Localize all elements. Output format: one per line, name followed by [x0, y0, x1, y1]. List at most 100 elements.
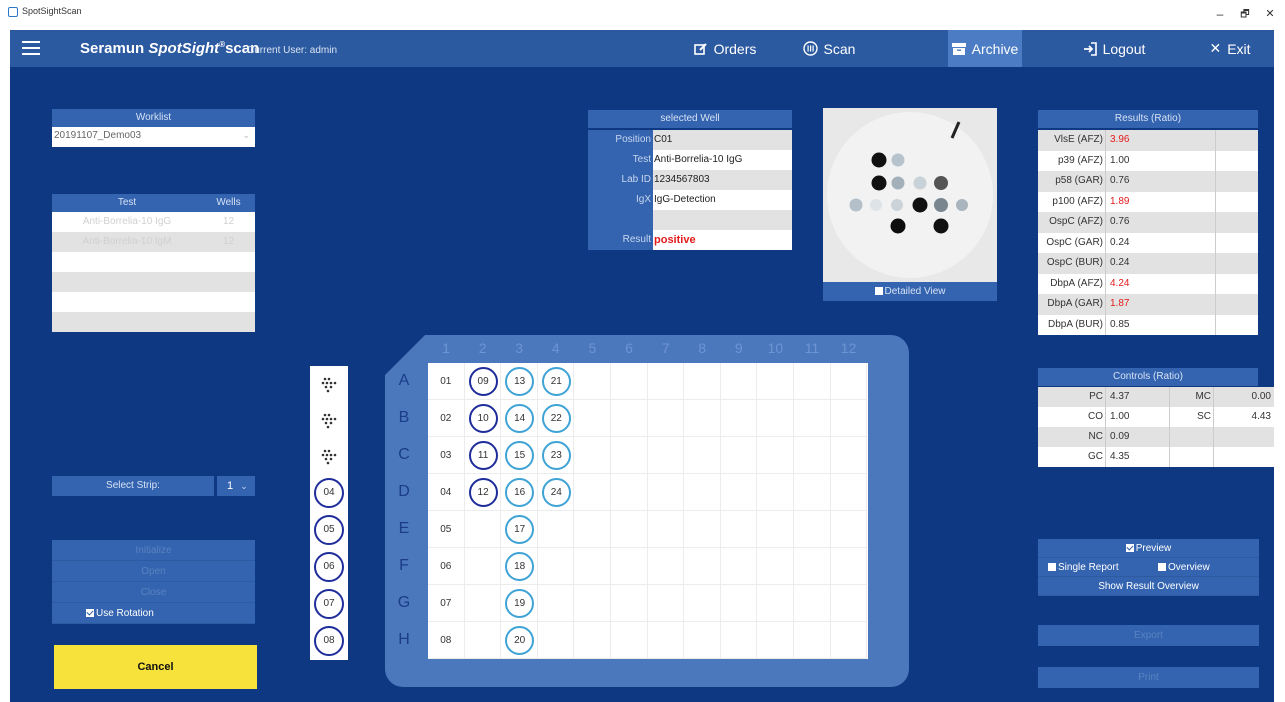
initialize-button[interactable]: Initialize: [52, 540, 255, 561]
plate-cell[interactable]: [574, 437, 611, 474]
plate-cell[interactable]: [794, 474, 831, 511]
plate-well[interactable]: 21: [541, 367, 571, 396]
plate-cell[interactable]: [720, 474, 758, 511]
plate-well[interactable]: 17: [505, 515, 535, 544]
nav-exit-button[interactable]: ✕ Exit: [1200, 30, 1260, 67]
show-result-overview-button[interactable]: Show Result Overview: [1038, 577, 1259, 596]
plate-cell[interactable]: [757, 474, 794, 511]
nav-scan-button[interactable]: Scan: [794, 30, 864, 67]
plate-cell[interactable]: [757, 548, 794, 585]
plate-cell[interactable]: [574, 548, 611, 585]
plate-cell[interactable]: [794, 548, 831, 585]
plate-cell[interactable]: [757, 585, 794, 622]
plate-cell[interactable]: [794, 585, 831, 622]
nav-logout-button[interactable]: Logout: [1074, 30, 1154, 67]
plate-well[interactable]: 22: [541, 404, 571, 433]
plate-cell[interactable]: [611, 511, 648, 548]
plate-cell[interactable]: [611, 474, 648, 511]
plate-cell[interactable]: [757, 511, 794, 548]
plate-cell[interactable]: [757, 437, 794, 474]
plate-cell[interactable]: [720, 363, 758, 400]
plate-cell[interactable]: [647, 437, 685, 474]
plate-well[interactable]: 18: [505, 552, 535, 581]
table-row[interactable]: [52, 292, 255, 312]
plate-cell[interactable]: [794, 363, 831, 400]
plate-cell[interactable]: [574, 622, 611, 659]
plate-cell[interactable]: 01: [428, 363, 465, 400]
plate-cell[interactable]: [830, 437, 868, 474]
plate-well[interactable]: 16: [505, 478, 535, 507]
strip-select[interactable]: 1 ⌄: [217, 476, 255, 496]
plate-cell[interactable]: [830, 474, 868, 511]
plate-cell[interactable]: [794, 511, 831, 548]
plate-cell[interactable]: [684, 511, 721, 548]
plate-well[interactable]: 13: [505, 367, 535, 396]
table-row[interactable]: Anti-Borrelia-10 IgG 12: [52, 212, 255, 232]
plate-cell[interactable]: [611, 548, 648, 585]
plate-well[interactable]: 20: [505, 626, 535, 655]
plate-cell[interactable]: [537, 511, 575, 548]
plate-cell[interactable]: [794, 622, 831, 659]
minimize-button[interactable]: –: [1212, 7, 1228, 21]
plate-cell[interactable]: [830, 363, 868, 400]
plate-cell[interactable]: [574, 363, 611, 400]
plate-well[interactable]: 12: [468, 478, 498, 507]
single-report-checkbox[interactable]: Single Report: [1038, 558, 1148, 576]
table-row[interactable]: Anti-Borrelia-10 IgM 12: [52, 232, 255, 252]
table-row[interactable]: [52, 312, 255, 332]
close-window-button[interactable]: ✕: [1262, 7, 1278, 20]
plate-cell[interactable]: [537, 622, 575, 659]
plate-cell[interactable]: [684, 437, 721, 474]
nav-archive-button[interactable]: Archive: [948, 30, 1022, 67]
detailed-view-checkbox[interactable]: Detailed View: [823, 282, 997, 301]
plate-cell[interactable]: [684, 585, 721, 622]
plate-cell[interactable]: [830, 511, 868, 548]
plate-cell[interactable]: [830, 400, 868, 437]
plate-cell[interactable]: [757, 400, 794, 437]
plate-cell[interactable]: [574, 400, 611, 437]
plate-cell[interactable]: [720, 585, 758, 622]
plate-cell[interactable]: [647, 585, 685, 622]
maximize-button[interactable]: 🗗: [1237, 7, 1253, 24]
plate-cell[interactable]: [830, 585, 868, 622]
plate-cell[interactable]: [647, 548, 685, 585]
plate-cell[interactable]: [537, 548, 575, 585]
cancel-button[interactable]: Cancel: [54, 645, 257, 689]
plate-well[interactable]: 09: [468, 367, 498, 396]
plate-cell[interactable]: [684, 363, 721, 400]
plate-cell[interactable]: [757, 363, 794, 400]
strip-well[interactable]: 08: [314, 626, 344, 656]
plate-cell[interactable]: 03: [428, 437, 465, 474]
plate-cell[interactable]: [647, 474, 685, 511]
plate-cell[interactable]: [464, 511, 502, 548]
plate-cell[interactable]: [757, 622, 794, 659]
plate-well[interactable]: 10: [468, 404, 498, 433]
plate-cell[interactable]: [720, 511, 758, 548]
plate-cell[interactable]: [794, 437, 831, 474]
plate-cell[interactable]: [720, 622, 758, 659]
table-row[interactable]: [52, 252, 255, 272]
strip-well[interactable]: 04: [314, 478, 344, 508]
plate-cell[interactable]: [574, 511, 611, 548]
plate-cell[interactable]: [830, 548, 868, 585]
plate-well[interactable]: 19: [505, 589, 535, 618]
use-rotation-checkbox[interactable]: Use Rotation: [52, 603, 255, 624]
strip-well[interactable]: 05: [314, 515, 344, 545]
plate-cell[interactable]: [574, 585, 611, 622]
menu-icon[interactable]: [22, 41, 40, 55]
plate-cell[interactable]: 06: [428, 548, 465, 585]
plate-cell[interactable]: [684, 400, 721, 437]
table-row[interactable]: [52, 272, 255, 292]
plate-well[interactable]: 15: [505, 441, 535, 470]
plate-cell[interactable]: [684, 474, 721, 511]
overview-checkbox[interactable]: Overview: [1148, 558, 1259, 576]
plate-cell[interactable]: 05: [428, 511, 465, 548]
plate-cell[interactable]: [537, 585, 575, 622]
plate-cell[interactable]: [611, 400, 648, 437]
preview-checkbox[interactable]: Preview: [1038, 539, 1259, 558]
worklist-select[interactable]: 20191107_Demo03 ⌄: [52, 127, 255, 147]
plate-cell[interactable]: 02: [428, 400, 465, 437]
plate-cell[interactable]: [611, 585, 648, 622]
plate-cell[interactable]: [611, 622, 648, 659]
plate-cell[interactable]: [647, 511, 685, 548]
